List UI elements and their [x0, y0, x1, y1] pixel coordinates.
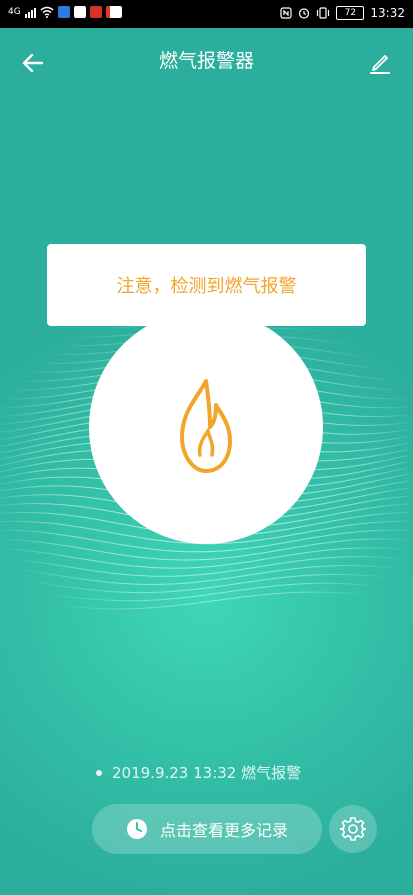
settings-button[interactable]: [329, 805, 377, 853]
wave-line: [0, 591, 409, 610]
app-notification-icon: [73, 6, 86, 18]
edit-icon[interactable]: [365, 48, 395, 78]
wifi-icon: [40, 6, 54, 18]
wave-line: [0, 547, 409, 569]
status-right: 72 13:32: [280, 6, 405, 20]
battery-icon: 72: [336, 6, 365, 20]
page-title: 燃气报警器: [158, 50, 254, 72]
nfc-icon: [280, 7, 293, 19]
screen: 4G 72 13:32 燃气报警器 注意，检测到燃气报警 2019.9.23 1…: [0, 0, 413, 895]
bullet-dot-icon: [96, 769, 102, 776]
network-label: 4G: [8, 7, 21, 17]
alarm-icon: [299, 8, 310, 19]
status-left: 4G: [8, 6, 122, 18]
record-text: 2019.9.23 13:32 燃气报警: [112, 764, 302, 782]
clock-icon: [126, 819, 147, 839]
vibrate-icon: [317, 7, 330, 19]
alert-tooltip: 注意，检测到燃气报警: [47, 244, 366, 326]
app-notification-icon: [105, 6, 122, 18]
app-notification-icon: [89, 6, 102, 18]
flame-icon: [180, 379, 232, 473]
signal-icon: [24, 6, 36, 18]
tooltip-arrow: [190, 324, 210, 336]
view-history-button[interactable]: 点击查看更多记录: [92, 804, 322, 854]
status-time: 13:32: [370, 6, 405, 20]
hero-circle: [89, 310, 323, 544]
alert-message: 注意，检测到燃气报警: [116, 276, 297, 297]
app-notification-icon: [57, 6, 70, 18]
status-bar: 4G 72 13:32: [0, 0, 413, 28]
gear-icon: [340, 817, 366, 841]
last-record: 2019.9.23 13:32 燃气报警: [96, 762, 301, 783]
view-history-label: 点击查看更多记录: [159, 821, 288, 840]
